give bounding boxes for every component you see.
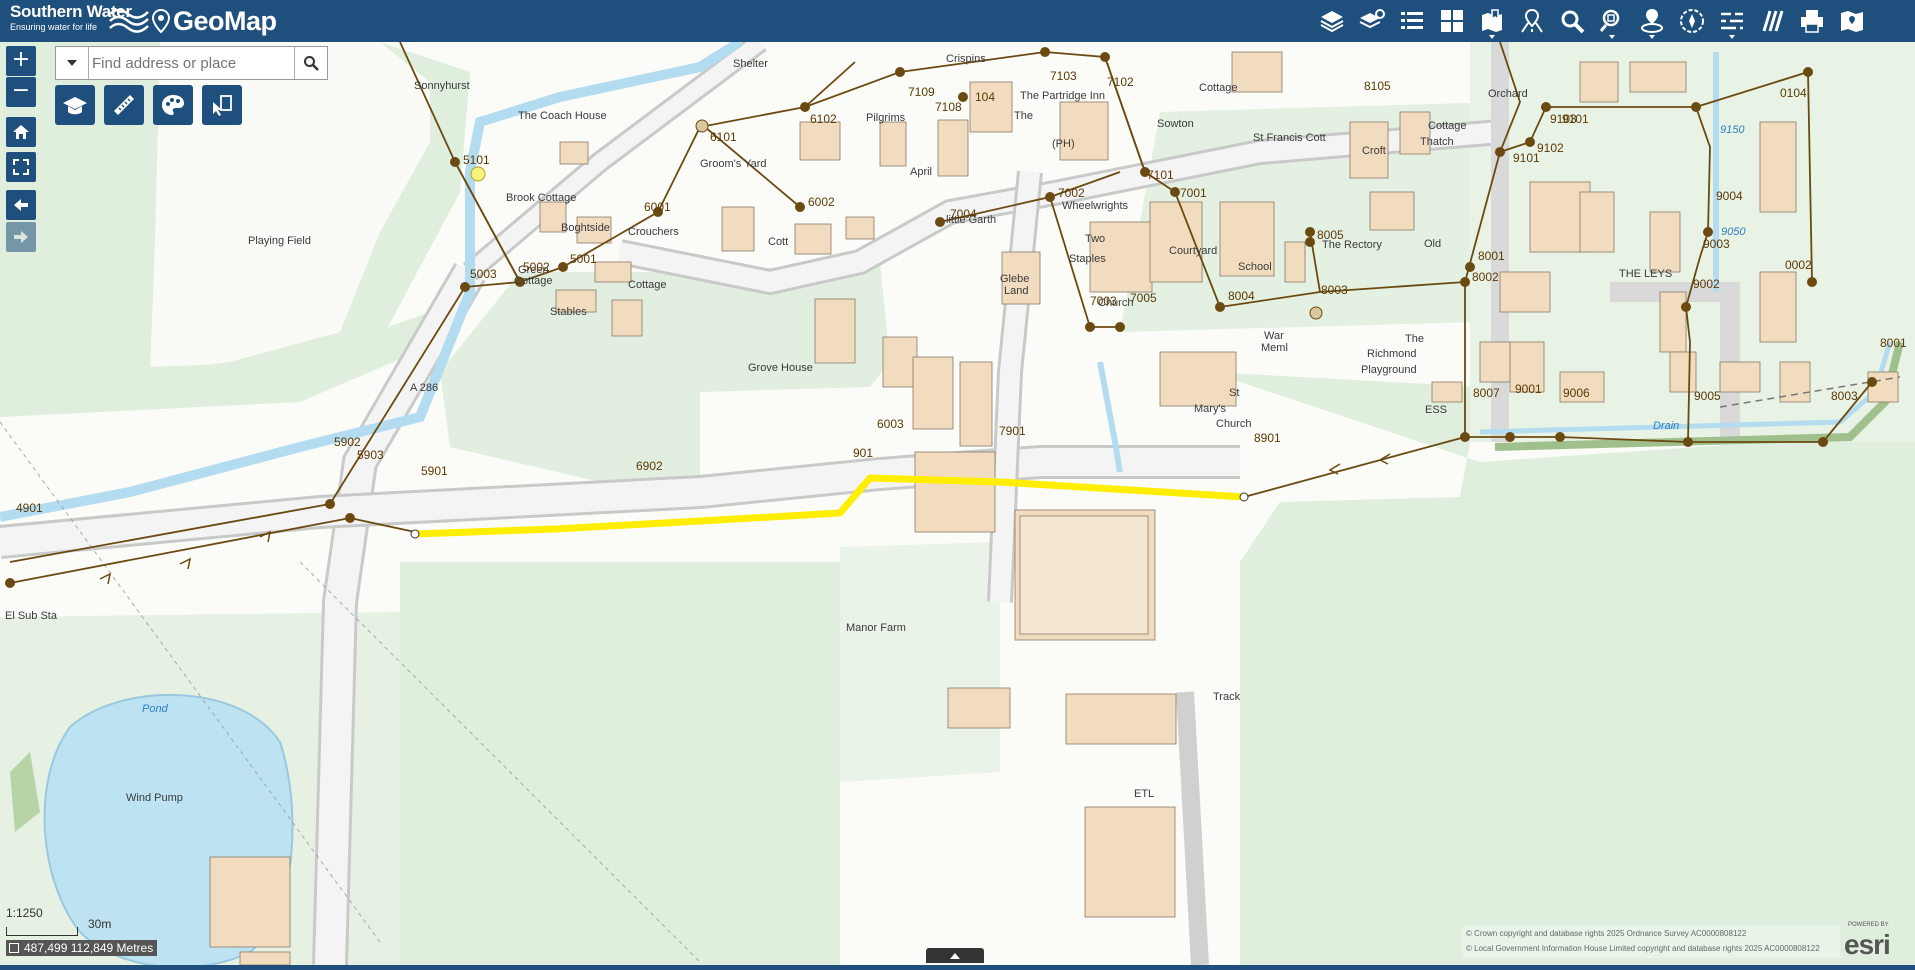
cursor-identify-icon <box>213 95 232 116</box>
legend-tool[interactable] <box>1392 0 1432 42</box>
search-source-dropdown[interactable] <box>56 47 89 79</box>
search-box <box>55 46 328 80</box>
draw-tool[interactable] <box>1752 0 1792 42</box>
learn-button[interactable] <box>55 85 95 125</box>
printer-icon <box>1801 10 1823 33</box>
ruler-icon <box>114 95 134 115</box>
grid-tool[interactable] <box>1432 0 1472 42</box>
bottom-panel-toggle[interactable] <box>926 948 984 963</box>
map-basemap <box>0 42 1915 965</box>
arrow-right-icon <box>14 231 28 243</box>
locate-tool[interactable] <box>1632 0 1672 42</box>
search-button[interactable] <box>294 47 327 79</box>
zoom-query-icon <box>1599 9 1620 32</box>
edit-lines-icon <box>1721 12 1743 30</box>
scale-bar <box>6 927 78 936</box>
previous-extent-button[interactable] <box>6 190 36 220</box>
coordinate-readout[interactable]: 487,499 112,849 Metres <box>6 940 158 956</box>
dropdown-caret-icon <box>1649 35 1655 39</box>
search-input[interactable] <box>92 52 287 74</box>
basemap-layers-icon <box>1359 9 1385 29</box>
location-icon <box>1641 9 1663 33</box>
hatch-icon <box>1762 10 1784 32</box>
print-tool[interactable] <box>1792 0 1832 42</box>
palette-icon <box>162 95 184 115</box>
edit-tool[interactable] <box>1712 0 1752 42</box>
attribution-line: © Local Government Information House Lim… <box>1466 944 1820 953</box>
arrow-left-icon <box>14 199 28 211</box>
symbology-button[interactable] <box>153 85 193 125</box>
wave-logo-icon <box>109 8 149 33</box>
dropdown-caret-icon <box>1609 35 1615 39</box>
scale-bar-label: 30m <box>88 917 112 931</box>
chevron-up-icon <box>950 952 960 959</box>
bookmark-map-icon <box>1482 9 1502 32</box>
fullscreen-button[interactable] <box>6 152 36 182</box>
magnifier-icon <box>1561 10 1585 34</box>
crosshair-icon <box>9 943 19 953</box>
app-title: GeoMap <box>173 6 277 36</box>
esri-wordmark: esri <box>1844 929 1891 960</box>
coordinate-text: 487,499 112,849 Metres <box>24 941 154 955</box>
header-bar: Southern Water Ensuring water for life G… <box>0 0 1915 42</box>
chevron-down-icon <box>67 60 77 66</box>
scale-ratio: 1:1250 <box>6 906 43 920</box>
home-button[interactable] <box>6 117 36 147</box>
dropdown-caret-icon <box>1729 35 1735 39</box>
powered-by-text: POWERED BY <box>1848 922 1889 928</box>
attribution: © Crown copyright and database rights 20… <box>1462 926 1840 958</box>
search-tool[interactable] <box>1552 0 1592 42</box>
basemap-tool[interactable] <box>1352 0 1392 42</box>
map-pin-icon <box>152 9 170 33</box>
toolbar <box>1312 0 1872 42</box>
compass-tool[interactable] <box>1672 0 1712 42</box>
list-icon <box>1401 12 1423 29</box>
measure-button[interactable] <box>104 85 144 125</box>
next-extent-button[interactable] <box>6 222 36 252</box>
route-tool[interactable] <box>1512 0 1552 42</box>
grid-icon <box>1441 10 1463 32</box>
zoom-out-button[interactable]: − <box>6 77 36 107</box>
attribution-line: © Crown copyright and database rights 20… <box>1466 929 1747 938</box>
layers-tool[interactable] <box>1312 0 1352 42</box>
graduation-cap-icon <box>63 97 87 115</box>
minus-icon: − <box>11 78 31 103</box>
bookmark-tool[interactable] <box>1472 0 1512 42</box>
map-canvas[interactable]: Shelter Sonnyhurst The Coach House Brook Co… <box>0 42 1915 965</box>
zoom-in-button[interactable]: + <box>6 46 36 76</box>
layers-icon <box>1320 11 1344 33</box>
query-tool[interactable] <box>1592 0 1632 42</box>
esri-logo[interactable]: POWERED BY esri <box>1840 920 1910 960</box>
identify-button[interactable] <box>202 85 242 125</box>
export-tool[interactable] <box>1832 0 1872 42</box>
compass-icon <box>1680 9 1704 33</box>
route-pin-icon <box>1521 8 1543 33</box>
home-icon <box>13 125 29 139</box>
bottom-strip <box>0 965 1915 970</box>
search-icon <box>304 56 319 71</box>
plus-icon: + <box>11 47 31 72</box>
fullscreen-icon <box>13 159 29 175</box>
dropdown-caret-icon <box>1489 35 1495 39</box>
map-export-icon <box>1841 11 1863 32</box>
